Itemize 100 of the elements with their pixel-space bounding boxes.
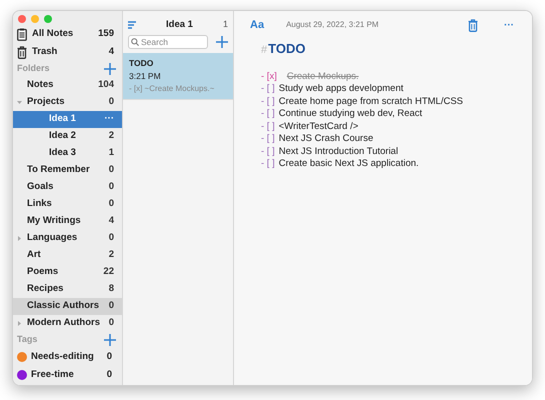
add-tag-button[interactable] — [104, 334, 116, 346]
more-button[interactable]: ··· — [504, 18, 514, 32]
task-marker[interactable]: - [ ] — [261, 96, 275, 108]
task-text: <WriterTestCard /> — [278, 120, 358, 133]
note-count: ··· — [104, 112, 114, 126]
note-count: 22 — [103, 265, 114, 280]
folder-item[interactable]: Idea 1 ··· — [13, 111, 122, 128]
task-text: Continue studying web dev, React — [278, 108, 422, 120]
folder-name: Art — [27, 248, 42, 262]
note-count: 1 — [222, 18, 228, 32]
task-marker[interactable]: - [ ] — [261, 120, 275, 133]
folder-name: Recipes — [27, 282, 64, 296]
folder-name: Idea 1 — [49, 112, 77, 126]
task-marker[interactable]: - [ ] — [261, 146, 275, 158]
folder-item[interactable]: My Writings 4 — [13, 213, 122, 230]
folder-item[interactable]: Languages 0 — [13, 230, 122, 247]
note-time: 3:21 PM — [129, 70, 162, 82]
task-marker[interactable]: - [ ] — [261, 158, 275, 170]
folder-item[interactable]: Idea 2 2 — [13, 128, 122, 145]
folder-item[interactable]: Art 2 — [13, 247, 122, 264]
note-count: 0 — [108, 316, 114, 330]
task-marker[interactable]: - [ ] — [261, 133, 275, 146]
task-text: Create Mockups. — [286, 70, 359, 83]
folder-name: Links — [27, 197, 53, 212]
note-count: 159 — [98, 26, 115, 41]
note-count: 0 — [108, 95, 114, 110]
note-count: 0 — [108, 197, 114, 212]
sidebar-item[interactable]: All Notes 159 — [13, 25, 122, 43]
search-field[interactable]: Search — [128, 35, 208, 49]
notepad-icon — [17, 28, 27, 40]
note-count: 0 — [108, 299, 114, 314]
task-text: Next JS Introduction Tutorial — [278, 146, 398, 158]
tag-name: Free-time — [31, 368, 75, 382]
heading-mark: # — [261, 43, 268, 58]
search-icon — [131, 38, 139, 46]
tag-item[interactable]: Needs-editing 0 — [13, 348, 122, 366]
folder-name: Classic Authors — [27, 299, 100, 314]
note-count: 104 — [98, 78, 114, 92]
task-text: Create home page from scratch HTML/CSS — [278, 96, 463, 108]
sort-icon[interactable] — [128, 21, 136, 29]
close-window-button[interactable] — [18, 15, 26, 23]
note-count: 0 — [108, 180, 114, 194]
folder-item[interactable]: Recipes 8 — [13, 281, 122, 298]
folder-name: Notes — [27, 78, 54, 92]
folder-item[interactable]: Modern Authors 0 — [13, 315, 122, 332]
folder-item[interactable]: Idea 3 1 — [13, 145, 122, 162]
note-date: August 29, 2022, 3:21 PM — [286, 19, 379, 31]
note-card[interactable]: TODO 3:21 PM - [x] ~Create Mockups.~ — [123, 53, 233, 100]
task-text: Create basic Next JS application. — [278, 158, 419, 170]
folder-name: My Writings — [27, 214, 82, 228]
folder-item[interactable]: Poems 22 — [13, 264, 122, 281]
delete-note-icon — [468, 18, 478, 32]
task-marker[interactable]: - [x] — [261, 70, 277, 83]
folder-name: Goals — [27, 180, 54, 194]
folder-name: Languages — [27, 231, 78, 246]
note-count: 0 — [106, 350, 112, 364]
note-count: 8 — [108, 282, 114, 296]
folder-item[interactable]: Classic Authors 0 — [13, 298, 122, 315]
note-count: 0 — [106, 368, 112, 382]
minimize-window-button[interactable] — [31, 15, 39, 23]
folder-title: Idea 1 — [165, 18, 194, 32]
note-preview: - [x] ~Create Mockups.~ — [129, 82, 216, 94]
item-name: All Notes — [32, 26, 74, 41]
folder-name: Idea 3 — [49, 146, 77, 160]
note-count: 0 — [108, 231, 114, 246]
folder-name: Projects — [27, 95, 66, 110]
task-text: Next JS Crash Course — [278, 133, 374, 146]
folder-item[interactable]: Links 0 — [13, 196, 122, 213]
tag-item[interactable]: Free-time 0 — [13, 366, 122, 384]
folder-item[interactable]: Goals 0 — [13, 179, 122, 196]
note-title: TODO — [129, 57, 154, 70]
folder-name: Modern Authors — [27, 316, 102, 330]
font-button[interactable]: Aa — [250, 16, 264, 34]
tag-name: Needs-editing — [31, 350, 95, 364]
note-count: 2 — [108, 129, 114, 144]
folder-name: Poems — [27, 265, 60, 280]
trash-icon — [17, 46, 27, 58]
add-folder-button[interactable] — [104, 63, 116, 75]
note-count: 1 — [108, 146, 114, 160]
task-marker[interactable]: - [ ] — [261, 108, 275, 120]
note-heading: TODO — [268, 40, 306, 58]
folder-name: To Remember — [27, 163, 91, 178]
folder-name: Idea 2 — [49, 129, 77, 144]
item-name: Trash — [32, 44, 58, 59]
sidebar-item[interactable]: Trash 4 — [13, 43, 122, 61]
section-header: Tags — [17, 333, 38, 346]
disclosure-down-icon[interactable] — [17, 100, 22, 105]
new-note-button[interactable] — [216, 36, 228, 48]
zoom-window-button[interactable] — [44, 15, 52, 23]
task-marker[interactable]: - [ ] — [261, 83, 275, 96]
task-text: Study web apps development — [278, 83, 404, 96]
disclosure-right-icon[interactable] — [17, 236, 22, 241]
folder-item[interactable]: Notes 104 — [13, 77, 122, 94]
disclosure-right-icon[interactable] — [17, 321, 22, 326]
note-count: 4 — [108, 214, 114, 228]
note-count: 4 — [108, 44, 115, 59]
folder-item[interactable]: Projects 0 — [13, 94, 122, 111]
folder-item[interactable]: To Remember 0 — [13, 162, 122, 179]
note-count: 2 — [108, 248, 114, 262]
note-count: 0 — [108, 163, 114, 178]
